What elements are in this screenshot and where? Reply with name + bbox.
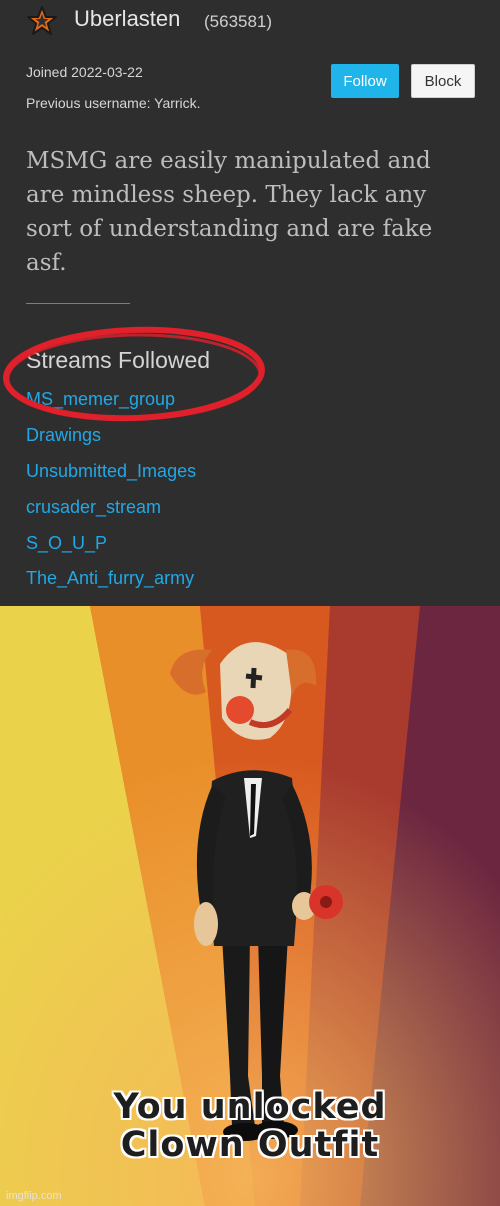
follow-button[interactable]: Follow — [331, 64, 399, 98]
stream-link-crusader-stream[interactable]: crusader_stream — [26, 497, 161, 518]
bio-link-underline[interactable] — [26, 303, 130, 304]
meme-caption-line-2: Clown Outfit — [120, 1125, 380, 1165]
meme-caption: You unlocked Clown Outfit — [0, 1088, 500, 1164]
profile-panel: Uberlasten (563581) Joined 2022-03-22 Pr… — [0, 0, 500, 606]
red-circle-annotation — [3, 326, 265, 422]
profile-bio: MSMG are easily manipulated and are mind… — [26, 148, 433, 276]
stream-link-anti-furry-army[interactable]: The_Anti_furry_army — [26, 568, 194, 589]
meme-caption-line-1: You unlocked — [113, 1087, 387, 1127]
joined-date: Joined 2022-03-22 — [26, 64, 143, 80]
profile-username[interactable]: Uberlasten — [74, 6, 180, 32]
stream-link-ms-memer-group[interactable]: MS_memer_group — [26, 389, 175, 410]
profile-user-id: (563581) — [204, 12, 273, 31]
previous-username: Previous username: Yarrick. — [26, 95, 201, 111]
streams-followed-heading: Streams Followed — [26, 347, 211, 373]
stream-link-drawings[interactable]: Drawings — [26, 425, 101, 446]
stream-link-soup[interactable]: S_O_U_P — [26, 533, 107, 554]
screenshot: Uberlasten (563581) Joined 2022-03-22 Pr… — [0, 0, 500, 1206]
block-button[interactable]: Block — [411, 64, 475, 98]
star-icon — [27, 6, 57, 35]
imgflip-watermark: imgflip.com — [6, 1190, 62, 1202]
stream-link-unsubmitted-images[interactable]: Unsubmitted_Images — [26, 461, 196, 482]
meme-panel: You unlocked Clown Outfit imgflip.com — [0, 606, 500, 1206]
